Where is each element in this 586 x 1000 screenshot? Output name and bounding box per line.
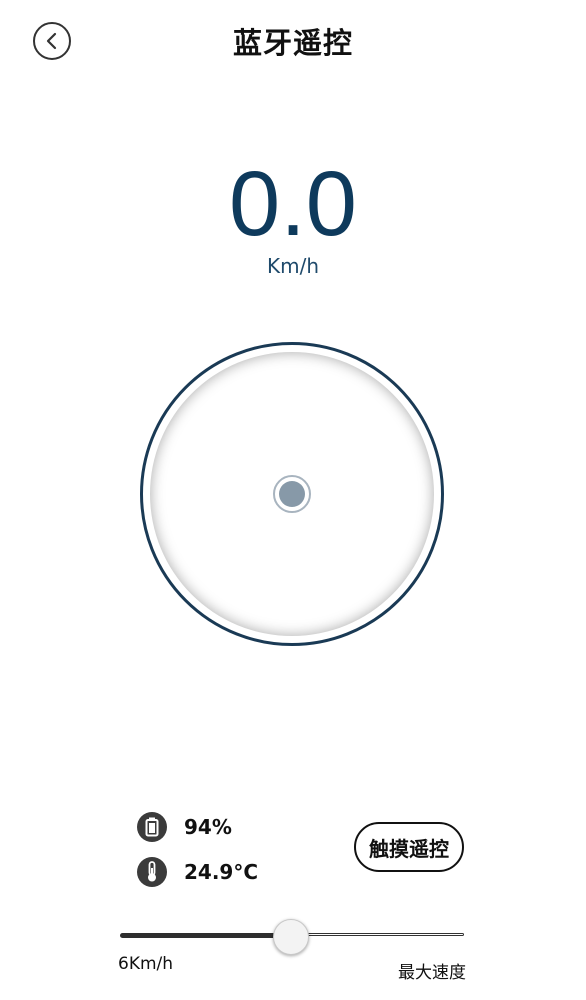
joystick-knob-core <box>279 481 305 507</box>
slider-track <box>290 933 464 936</box>
joystick-knob[interactable] <box>273 475 311 513</box>
slider-max-label: 最大速度 <box>398 963 466 983</box>
temperature-value: 24.9°C <box>184 860 259 884</box>
battery-stat: 94% <box>137 812 232 842</box>
page-title: 蓝牙遥控 <box>232 26 353 60</box>
max-speed-slider[interactable] <box>120 918 465 955</box>
speed-unit: Km/h <box>266 254 319 278</box>
header: 蓝牙遥控 <box>0 0 586 86</box>
touch-remote-button[interactable]: 触摸遥控 <box>354 822 464 872</box>
thermometer-icon <box>137 857 167 887</box>
speed-value: 0.0 <box>229 153 357 255</box>
battery-icon <box>137 812 167 842</box>
slider-min-label: 6Km/h <box>118 954 174 974</box>
battery-value: 94% <box>184 815 232 839</box>
slider-thumb[interactable] <box>273 919 309 955</box>
slider-track-filled <box>120 933 290 938</box>
temperature-stat: 24.9°C <box>137 857 258 887</box>
joystick-pad[interactable] <box>140 342 444 646</box>
